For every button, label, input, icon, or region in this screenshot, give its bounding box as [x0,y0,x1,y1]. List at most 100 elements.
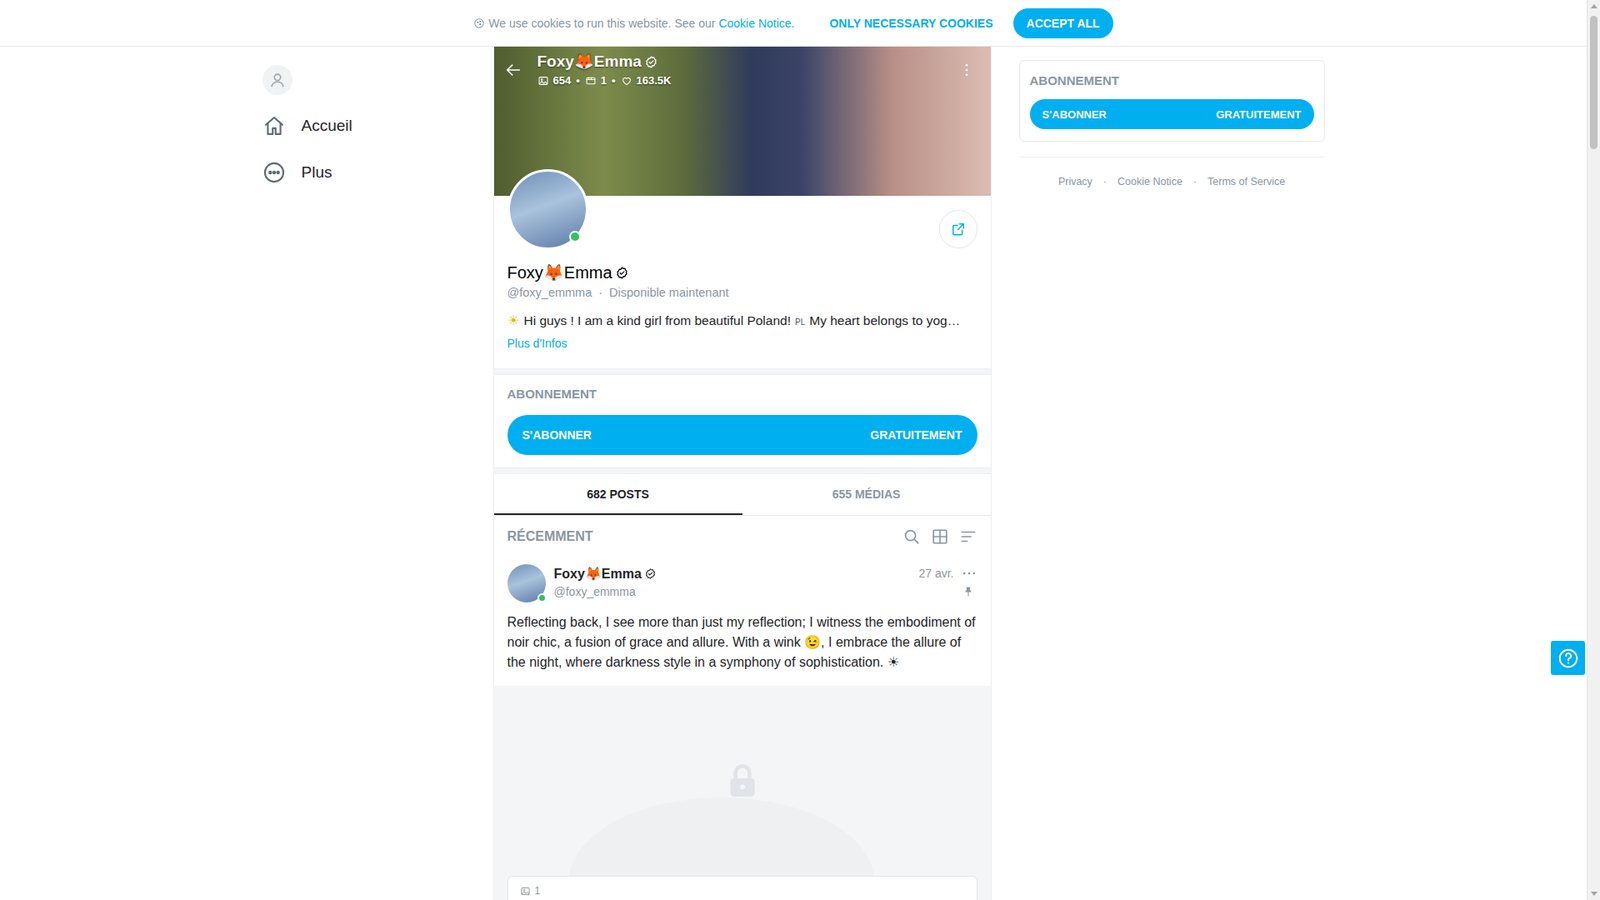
subscribe-label: S'ABONNER [522,428,592,442]
scrollbar[interactable] [1586,0,1600,900]
post-handle: @foxy_emmma [554,585,636,599]
lock-icon [721,760,764,802]
sidebar-item[interactable]: Accueil [262,102,494,150]
sidebar-label: Accueil [301,116,353,135]
more-info-link[interactable]: Plus d'Infos [507,335,568,352]
post-header: Foxy🦊Emma 27 avr. @foxy_emmma [494,557,991,603]
post-author-name: Foxy🦊Emma [554,565,642,582]
media-count: 1 [535,885,541,897]
subscribe-label: S'ABONNER [1042,108,1108,121]
separator: · [598,284,603,301]
sun-emoji: ☀ [507,313,520,328]
section-divider [494,467,991,475]
profile-status: Disponible maintenant [609,284,729,301]
online-dot [569,230,581,243]
subscription-section: ABONNEMENT S'ABONNER GRATUITEMENT [494,375,991,468]
post-author[interactable]: Foxy🦊Emma [554,565,657,582]
pin-icon [962,585,975,598]
image-icon [537,75,550,87]
profile-tabs: 682 POSTS655 MÉDIAS [494,474,991,516]
stat-likes: 163.5K [620,74,672,88]
cover-photo: Foxy🦊Emma 654•1•163.5K [494,46,991,196]
sort-icon[interactable] [959,527,978,546]
subscribe-button[interactable]: S'ABONNER GRATUITEMENT [507,415,978,455]
profile-name-text: Foxy🦊Emma [507,262,613,283]
more-dots-icon[interactable] [960,565,978,582]
help-button[interactable] [1550,640,1585,675]
profile-handle-row: @foxy_emmma · Disponible maintenant [507,284,978,301]
flag-emoji: PL [795,317,805,327]
footer-links: Privacy·Cookie Notice·Terms of Service [1019,175,1325,188]
sidebar: Accueil Plus [262,46,494,900]
profile-name: Foxy🦊Emma [507,262,978,283]
subscribe-price: GRATUITEMENT [870,428,962,442]
profile-bio: ☀ Hi guys ! I am a kind girl from beautif… [507,311,978,332]
image-icon [520,885,531,897]
menu-button[interactable] [954,51,980,89]
separator: • [575,74,580,88]
footer-link[interactable]: Terms of Service [1207,175,1285,188]
main: AccueilPlus Foxy🦊Emma 654•1•163.5K [0,46,1587,900]
scrollbar-thumb[interactable] [1590,15,1598,150]
footer-link[interactable]: Cookie Notice [1117,175,1183,188]
avatar-row [494,169,991,250]
profile-column: Foxy🦊Emma 654•1•163.5K [493,46,992,900]
verified-icon [644,567,657,580]
profile-tab[interactable]: 655 MÉDIAS [742,474,991,515]
right-panel: ABONNEMENT S'ABONNER GRATUITEMENT Privac… [1019,46,1325,900]
help-icon [1557,647,1580,670]
back-arrow-icon [504,60,523,80]
stat-photos: 654 [537,74,572,88]
bio-text-more: My heart belongs to yog… [809,313,960,328]
grid-icon[interactable] [930,527,950,546]
verified-icon [644,55,659,70]
subscription-title: ABONNEMENT [507,385,978,403]
nav-list: Accueil Plus [262,102,494,196]
accept-all-button[interactable]: ACCEPT ALL [1013,8,1114,39]
subscribe-button[interactable]: S'ABONNER GRATUITEMENT [1030,99,1315,130]
sidebar-label: Plus [301,163,333,182]
back-button[interactable] [504,51,530,89]
page: We use cookies to run this website. See … [0,0,1587,900]
stat-value: 654 [553,74,572,88]
user-avatar[interactable] [262,65,293,95]
subscription-title: ABONNEMENT [1030,72,1315,90]
search-icon[interactable] [902,527,921,546]
profile-handle: @foxy_emmma [507,284,593,301]
subscribe-price: GRATUITEMENT [1215,108,1301,121]
post-text: Reflecting back, I see more than just my… [494,602,991,686]
necessary-cookies-button[interactable]: ONLY NECESSARY COOKIES [815,8,1006,39]
profile-avatar[interactable] [507,169,589,250]
cookie-text: We use cookies to run this website. See … [488,16,715,30]
post-media[interactable]: 1 [494,685,991,900]
post-avatar[interactable] [507,564,546,603]
profile-stats: 654•1•163.5K [537,74,946,88]
stat-value: 1 [600,74,607,88]
cover-name: Foxy🦊Emma [537,51,642,72]
sidebar-item[interactable]: Plus [262,149,494,196]
cookie-message: We use cookies to run this website. See … [473,16,795,30]
feed-tools [902,527,978,546]
home-icon [262,114,286,138]
post-meta: Foxy🦊Emma 27 avr. @foxy_emmma [554,564,978,603]
more-icon [262,160,286,185]
footer-link[interactable]: Privacy [1058,175,1093,188]
profile-tab[interactable]: 682 POSTS [494,474,743,515]
bio-text: Hi guys ! I am a kind girl from beautifu… [524,313,791,328]
online-dot [537,593,547,603]
video-icon [585,75,597,87]
user-icon [268,70,287,90]
cookie-bar: We use cookies to run this website. See … [0,0,1587,47]
post-meta-row: @foxy_emmma [554,582,978,601]
share-button[interactable] [939,210,978,249]
post-meta-row: Foxy🦊Emma 27 avr. [554,564,978,583]
feed-toolbar: RÉCEMMENT [494,515,991,558]
cookie-buttons: ONLY NECESSARY COOKIESACCEPT ALL [815,8,1113,39]
cookie-icon [473,17,485,30]
cookie-notice-link[interactable]: Cookie Notice. [718,16,795,30]
cover-header: Foxy🦊Emma 654•1•163.5K [537,51,946,88]
separator: · [1193,175,1197,188]
media-count-box: 1 [507,875,978,900]
heart-icon [620,75,633,87]
locked-media [494,685,991,876]
